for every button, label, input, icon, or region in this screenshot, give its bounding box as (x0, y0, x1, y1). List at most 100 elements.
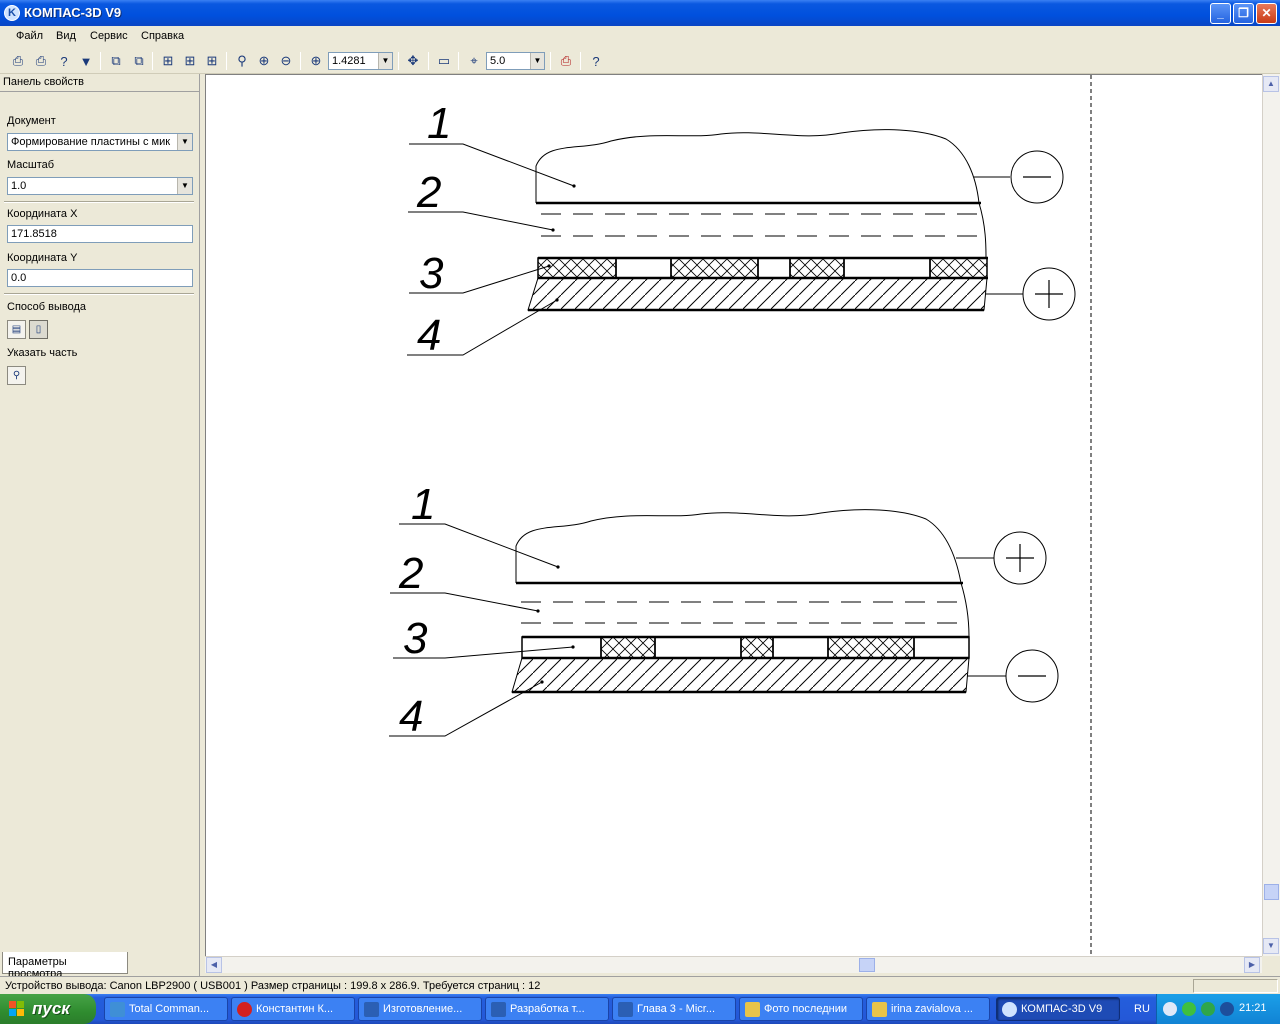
taskbar-item-mail[interactable]: irina zavialova ... (866, 997, 990, 1021)
taskbar: пуск Total Comman... Константин К... Изг… (0, 994, 1280, 1024)
status-text: Устройство вывода: Canon LBP2900 ( USB00… (5, 980, 541, 992)
diagram-bottom: 1 2 3 4 (389, 480, 1059, 741)
layer-3-segment (600, 636, 656, 659)
language-indicator[interactable]: RU (1134, 1003, 1150, 1015)
tray-app-icon[interactable] (1201, 1002, 1215, 1016)
leader-label-3: 3 (403, 614, 428, 663)
diagram-top: 1 2 3 4 (407, 99, 1076, 360)
horizontal-scroll-thumb[interactable] (859, 958, 875, 972)
tab-view-parameters[interactable]: Параметры просмотра (2, 952, 128, 980)
layer-3-segment (827, 636, 915, 659)
zoom-combo[interactable]: 1.4281 ▼ (328, 52, 393, 70)
vertical-scrollbar[interactable]: ▲ ▼ (1262, 74, 1280, 956)
select-part-icon[interactable]: ⚲ (7, 366, 26, 385)
tray-network-icon[interactable] (1182, 1002, 1196, 1016)
menu-view[interactable]: Вид (56, 30, 76, 42)
chevron-down-icon[interactable]: ▼ (530, 53, 544, 69)
scroll-down-icon[interactable]: ▼ (1263, 938, 1279, 954)
layer-3-segment (670, 257, 759, 279)
folder-icon (745, 1002, 760, 1017)
coord-y-input[interactable]: 0.0 (7, 269, 193, 287)
layer-3-segment (740, 636, 774, 659)
property-panel: Панель свойств Документ Формирование пла… (0, 74, 200, 980)
page-view-icon[interactable]: ▭ (434, 51, 454, 71)
scroll-up-icon[interactable]: ▲ (1263, 76, 1279, 92)
copy-page-icon[interactable]: ⧉ (106, 51, 126, 71)
coord-x-value: 171.8518 (11, 228, 57, 240)
drawing-canvas[interactable]: 1 2 3 4 1 2 3 4 (205, 74, 1262, 956)
step-combo[interactable]: 5.0 ▼ (486, 52, 545, 70)
vertical-scroll-thumb[interactable] (1264, 884, 1279, 900)
mail-icon (872, 1002, 887, 1017)
kompas-logo-icon (1002, 1002, 1017, 1017)
tray-star-icon[interactable] (1220, 1002, 1234, 1016)
toolbar-separator (398, 52, 399, 70)
coord-y-label: Координата Y (7, 252, 78, 264)
taskbar-item-word-3[interactable]: Глава 3 - Micr... (612, 997, 736, 1021)
clock: 21:21 (1239, 1002, 1267, 1014)
layout-2-icon[interactable]: ⊞ (180, 51, 200, 71)
zoom-out-icon[interactable]: ⊖ (276, 51, 296, 71)
status-cell (1193, 979, 1278, 993)
panel-header: Панель свойств (0, 76, 199, 92)
word-doc-icon (618, 1002, 633, 1017)
opera-icon (237, 1002, 252, 1017)
output-page-icon[interactable]: ▤ (7, 320, 26, 339)
menu-help[interactable]: Справка (141, 30, 184, 42)
tray-arrow-icon[interactable] (1163, 1002, 1177, 1016)
taskbar-item-total-commander[interactable]: Total Comman... (104, 997, 228, 1021)
layout-1-icon[interactable]: ⊞ (158, 51, 178, 71)
minimize-button[interactable]: _ (1210, 3, 1231, 24)
pan-icon[interactable]: ✥ (403, 51, 423, 71)
toolbar-separator (458, 52, 459, 70)
print-icon[interactable]: ⎙ (8, 51, 28, 71)
title-bar: K КОМПАС-3D V9 _ ❐ ✕ (0, 0, 1280, 26)
scroll-left-icon[interactable]: ◀ (206, 957, 222, 973)
context-help-icon[interactable]: ? (586, 51, 606, 71)
snap-icon[interactable]: ⌖ (464, 51, 484, 71)
taskbar-item-word-1[interactable]: Изготовление... (358, 997, 482, 1021)
close-button[interactable]: ✕ (1256, 3, 1277, 24)
taskbar-item-word-2[interactable]: Разработка т... (485, 997, 609, 1021)
layout-3-icon[interactable]: ⊞ (202, 51, 222, 71)
total-commander-icon (110, 1002, 125, 1017)
filter-icon[interactable]: ▼ (76, 51, 96, 71)
start-button[interactable]: пуск (0, 994, 96, 1024)
document-select[interactable]: Формирование пластины с мик ▼ (7, 133, 193, 151)
paste-page-icon[interactable]: ⧉ (129, 51, 149, 71)
kompas-logo-icon[interactable]: K (4, 5, 20, 21)
chevron-down-icon[interactable]: ▼ (378, 53, 392, 69)
print-preview-icon[interactable]: ⎙ (556, 51, 576, 71)
coord-y-value: 0.0 (11, 272, 27, 284)
toolbar-separator (152, 52, 153, 70)
help-doc-icon[interactable]: ? (54, 51, 74, 71)
zoom-in-icon[interactable]: ⊕ (254, 51, 274, 71)
scale-label: Масштаб (7, 159, 55, 171)
scroll-right-icon[interactable]: ▶ (1244, 957, 1260, 973)
leader-label-4: 4 (399, 692, 423, 741)
status-bar: Устройство вывода: Canon LBP2900 ( USB00… (0, 976, 1280, 994)
menu-file[interactable]: Файл (16, 30, 43, 42)
layer-4-substrate (511, 657, 970, 693)
leader-label-4: 4 (417, 311, 441, 360)
toolbar-separator (428, 52, 429, 70)
horizontal-scrollbar[interactable]: ◀ ▶ (205, 956, 1262, 973)
leader-label-3: 3 (419, 249, 444, 298)
output-sheet-icon[interactable]: ▯ (29, 320, 48, 339)
print-setup-icon[interactable]: ⎙ (31, 51, 51, 71)
coord-x-input[interactable]: 171.8518 (7, 225, 193, 243)
toolbar-separator (100, 52, 101, 70)
taskbar-item-opera[interactable]: Константин К... (231, 997, 355, 1021)
leader-label-1: 1 (427, 99, 451, 148)
window-title: КОМПАС-3D V9 (24, 5, 122, 20)
taskbar-item-kompas[interactable]: КОМПАС-3D V9 (996, 997, 1120, 1021)
chevron-down-icon[interactable]: ▼ (177, 178, 192, 194)
scale-select[interactable]: 1.0 ▼ (7, 177, 193, 195)
zoom-window-icon[interactable]: ⚲ (232, 51, 252, 71)
chevron-down-icon[interactable]: ▼ (177, 134, 192, 150)
restore-button[interactable]: ❐ (1233, 3, 1254, 24)
menu-service[interactable]: Сервис (90, 30, 128, 42)
zoom-scale-icon[interactable]: ⊕ (306, 51, 326, 71)
taskbar-item-folder[interactable]: Фото последнии (739, 997, 863, 1021)
layer-3-segment (929, 257, 988, 279)
